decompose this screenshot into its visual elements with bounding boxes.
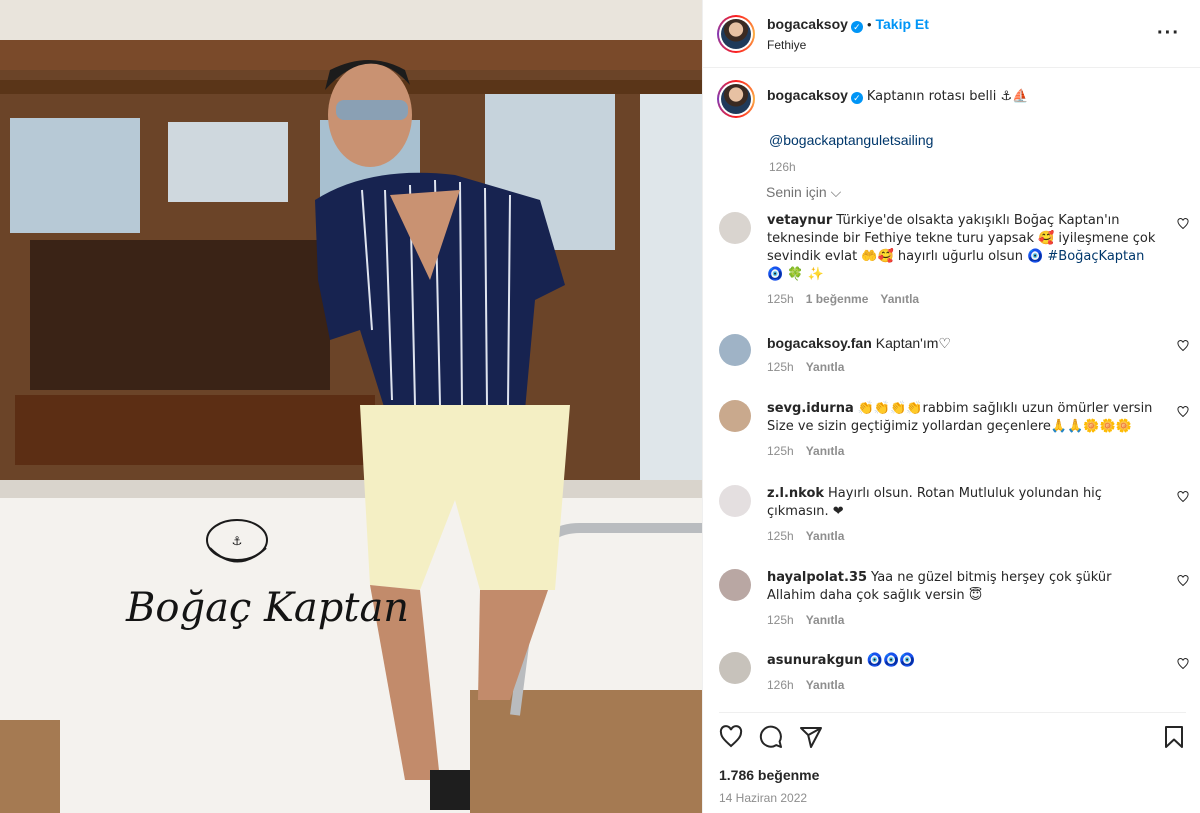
comment-username[interactable]: asunurakgun	[767, 653, 863, 668]
comment-tail: 🧿 🍀 ✨	[767, 267, 824, 282]
boat-photo-illustration: ⚓	[0, 0, 702, 813]
comment-time: 125h	[767, 613, 794, 627]
share-icon[interactable]	[799, 725, 823, 749]
comment-item: hayalpolat.35 Yaa ne güzel bitmiş herşey …	[719, 569, 1189, 627]
comment-body: 🧿🧿🧿	[866, 653, 916, 668]
reply-button[interactable]: Yanıtla	[806, 678, 845, 692]
comment-like-icon[interactable]	[1177, 406, 1189, 418]
comment-username[interactable]: z.l.nkok	[767, 486, 824, 501]
caption-text-line: bogacaksoy ✓ Kaptanın rotası belli ⚓⛵	[767, 86, 1028, 118]
caption-username[interactable]: bogacaksoy	[767, 87, 848, 103]
comment-item: vetaynur Türkiye'de olsakta yakışıklı Boğ…	[719, 212, 1189, 306]
comment-avatar[interactable]	[719, 569, 751, 601]
comment-text: sevg.idurna 👏👏👏👏rabbim sağlıklı uzun ömür…	[767, 400, 1157, 436]
more-icon[interactable]: ···	[1157, 22, 1180, 45]
heart-icon[interactable]	[719, 725, 743, 749]
separator-dot: •	[866, 16, 872, 32]
comment-like-icon[interactable]	[1177, 218, 1189, 230]
comment-text: bogacaksoy.fan Kaptan'ım♡	[767, 334, 1157, 352]
svg-text:⚓: ⚓	[232, 534, 243, 548]
verified-icon: ✓	[850, 20, 863, 33]
comment-item: z.l.nkok Hayırlı olsun. Rotan Mutluluk yo…	[719, 485, 1189, 543]
comment-username[interactable]: bogacaksoy.fan	[767, 335, 872, 351]
reply-button[interactable]: Yanıtla	[806, 529, 845, 543]
comment-text: asunurakgun 🧿🧿🧿	[767, 652, 1157, 670]
post-header: bogacaksoy ✓ • Takip Et Fethiye ···	[703, 0, 1200, 68]
comment-likes[interactable]: 1 beğenme	[806, 292, 869, 306]
post-date: 14 Haziran 2022	[719, 791, 808, 805]
comment-item: bogacaksoy.fan Kaptan'ım♡ 125h Yanıtla	[719, 334, 1189, 374]
post-sidebar: bogacaksoy ✓ • Takip Et Fethiye ··· bogacak…	[702, 0, 1200, 813]
like-count[interactable]: 1.786 beğenme	[719, 767, 1186, 783]
comment-text: vetaynur Türkiye'de olsakta yakışıklı Boğ…	[767, 212, 1157, 284]
reply-button[interactable]: Yanıtla	[806, 360, 845, 374]
reply-button[interactable]: Yanıtla	[806, 613, 845, 627]
reply-button[interactable]: Yanıtla	[806, 444, 845, 458]
photo-sign-text: Boğaç Kaptan	[126, 585, 410, 631]
comment-username[interactable]: vetaynur	[767, 213, 832, 228]
caption-mention-link[interactable]: @bogackaptanguletsailing	[769, 132, 1187, 148]
comment-icon[interactable]	[759, 725, 783, 749]
follow-button[interactable]: Takip Et	[876, 16, 929, 32]
post-photo[interactable]: ⚓ Boğaç Kaptan	[0, 0, 702, 813]
comment-time: 125h	[767, 360, 794, 374]
comment-like-icon[interactable]	[1177, 658, 1189, 670]
comment-like-icon[interactable]	[1177, 491, 1189, 503]
caption-time: 126h	[769, 160, 796, 174]
comment-time: 125h	[767, 292, 794, 306]
comment-avatar[interactable]	[719, 400, 751, 432]
caption-avatar[interactable]	[717, 80, 755, 118]
comment-hashtag-link[interactable]: #BoğaçKaptan	[1047, 249, 1144, 264]
comment-meta: 125h Yanıtla	[767, 613, 1157, 627]
comment-meta: 125h 1 beğenme Yanıtla	[767, 292, 1157, 306]
author-username[interactable]: bogacaksoy	[767, 16, 848, 32]
comment-time: 125h	[767, 529, 794, 543]
comment-item: asunurakgun 🧿🧿🧿 126h Yanıtla	[719, 652, 1189, 692]
comment-meta: 126h Yanıtla	[767, 678, 1157, 692]
caption-text: Kaptanın rotası belli ⚓⛵	[866, 89, 1029, 104]
comment-avatar[interactable]	[719, 212, 751, 244]
comment-time: 125h	[767, 444, 794, 458]
comment-time: 126h	[767, 678, 794, 692]
comment-avatar[interactable]	[719, 485, 751, 517]
comment-meta: 125h Yanıtla	[767, 529, 1157, 543]
comment-item: sevg.idurna 👏👏👏👏rabbim sağlıklı uzun ömür…	[719, 400, 1189, 458]
comment-avatar[interactable]	[719, 652, 751, 684]
comment-avatar[interactable]	[719, 334, 751, 366]
comment-username[interactable]: hayalpolat.35	[767, 570, 867, 585]
comment-text: z.l.nkok Hayırlı olsun. Rotan Mutluluk yo…	[767, 485, 1157, 521]
comment-meta: 125h Yanıtla	[767, 444, 1157, 458]
reply-button[interactable]: Yanıtla	[880, 292, 919, 306]
post-caption: bogacaksoy ✓ Kaptanın rotası belli ⚓⛵ @bo…	[717, 80, 1187, 174]
comment-like-icon[interactable]	[1177, 340, 1189, 352]
comment-like-icon[interactable]	[1177, 575, 1189, 587]
post-location[interactable]: Fethiye	[767, 38, 929, 52]
bookmark-icon[interactable]	[1162, 725, 1186, 749]
comment-username[interactable]: sevg.idurna	[767, 401, 854, 416]
comment-text: hayalpolat.35 Yaa ne güzel bitmiş herşey …	[767, 569, 1157, 605]
post-actions: 1.786 beğenme 14 Haziran 2022	[719, 712, 1186, 805]
verified-icon: ✓	[850, 92, 863, 104]
comment-sort-dropdown[interactable]: Senin için ⌵	[766, 184, 841, 201]
comment-meta: 125h Yanıtla	[767, 360, 1157, 374]
author-avatar[interactable]	[717, 14, 755, 53]
comment-body: Kaptan'ım♡	[875, 335, 951, 351]
